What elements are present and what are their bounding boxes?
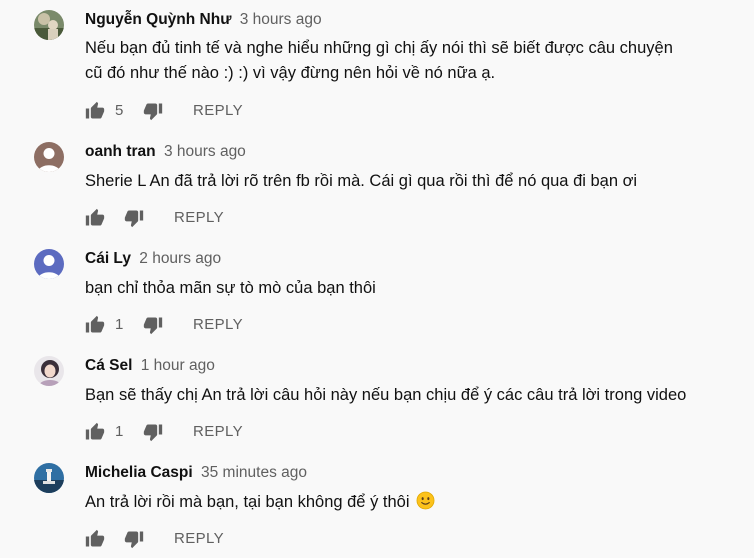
comment-text-line: Nếu bạn đủ tinh tế và nghe hiểu những gì… (85, 39, 673, 57)
comments-panel: { "comments": [ { "author": "Nguyễn Quỳn… (0, 0, 754, 558)
thumbs-down-icon[interactable] (124, 529, 144, 549)
comment-timestamp[interactable]: 2 hours ago (139, 250, 221, 267)
comment-text-line: Sherie L An đã trả lời rõ trên fb rồi mà… (85, 172, 638, 190)
like-count: 5 (115, 102, 124, 119)
author-name[interactable]: Nguyễn Quỳnh Như (85, 11, 231, 28)
comment-header: Cái Ly 2 hours ago (85, 249, 221, 269)
comment-header: Michelia Caspi 35 minutes ago (85, 463, 307, 483)
avatar[interactable] (34, 356, 64, 386)
thumbs-up-icon[interactable] (85, 101, 105, 121)
author-name[interactable]: Cá Sel (85, 357, 132, 374)
comment-timestamp[interactable]: 1 hour ago (141, 357, 215, 374)
comment-header: Cá Sel 1 hour ago (85, 356, 215, 376)
avatar[interactable] (34, 10, 64, 40)
comment-timestamp[interactable]: 3 hours ago (164, 143, 246, 160)
like-count: 1 (115, 423, 124, 440)
avatar-image (34, 10, 64, 40)
comment-text-line: An trả lời rồi mà bạn, tại bạn không để … (85, 490, 735, 515)
reply-button[interactable]: REPLY (193, 423, 243, 441)
author-name[interactable]: Cái Ly (85, 250, 131, 267)
slightly-smiling-face-icon (416, 491, 435, 510)
thumbs-down-icon[interactable] (143, 422, 163, 442)
author-name[interactable]: Michelia Caspi (85, 464, 193, 481)
default-avatar-icon (34, 142, 64, 172)
thumbs-down-icon[interactable] (143, 101, 163, 121)
thumbs-up-icon[interactable] (85, 315, 105, 335)
comment-text-line: cũ đó như thế nào :) :) vì vậy đừng nên … (85, 64, 496, 82)
comment-text: An trả lời rồi mà bạn, tại bạn không để … (85, 490, 735, 515)
comment-text-line: bạn chỉ thỏa mãn sự tò mò của bạn thôi (85, 279, 376, 297)
thumbs-up-icon[interactable] (85, 529, 105, 549)
avatar-image (34, 356, 64, 386)
comment-text-line: Bạn sẽ thấy chị An trả lời câu hỏi này n… (85, 386, 687, 404)
comment-timestamp[interactable]: 3 hours ago (240, 11, 322, 28)
reply-button[interactable]: REPLY (174, 209, 224, 227)
reply-button[interactable]: REPLY (193, 316, 243, 334)
thumbs-down-icon[interactable] (124, 208, 144, 228)
avatar[interactable] (34, 249, 64, 279)
comment-text: Nếu bạn đủ tinh tế và nghe hiểu những gì… (85, 36, 735, 86)
author-name[interactable]: oanh tran (85, 143, 156, 160)
thumbs-up-icon[interactable] (85, 208, 105, 228)
comment-text: Sherie L An đã trả lời rõ trên fb rồi mà… (85, 169, 735, 194)
avatar-image (34, 463, 64, 493)
reply-button[interactable]: REPLY (193, 102, 243, 120)
comment-header: Nguyễn Quỳnh Như 3 hours ago (85, 10, 322, 30)
avatar[interactable] (34, 463, 64, 493)
reply-button[interactable]: REPLY (174, 530, 224, 548)
avatar[interactable] (34, 142, 64, 172)
comment-text: Bạn sẽ thấy chị An trả lời câu hỏi này n… (85, 383, 735, 408)
comment-timestamp[interactable]: 35 minutes ago (201, 464, 307, 481)
thumbs-down-icon[interactable] (143, 315, 163, 335)
thumbs-up-icon[interactable] (85, 422, 105, 442)
comment-header: oanh tran 3 hours ago (85, 142, 246, 162)
like-count: 1 (115, 316, 124, 333)
comment-text-content: An trả lời rồi mà bạn, tại bạn không để … (85, 493, 410, 511)
default-avatar-icon (34, 249, 64, 279)
comment-text: bạn chỉ thỏa mãn sự tò mò của bạn thôi (85, 276, 735, 301)
